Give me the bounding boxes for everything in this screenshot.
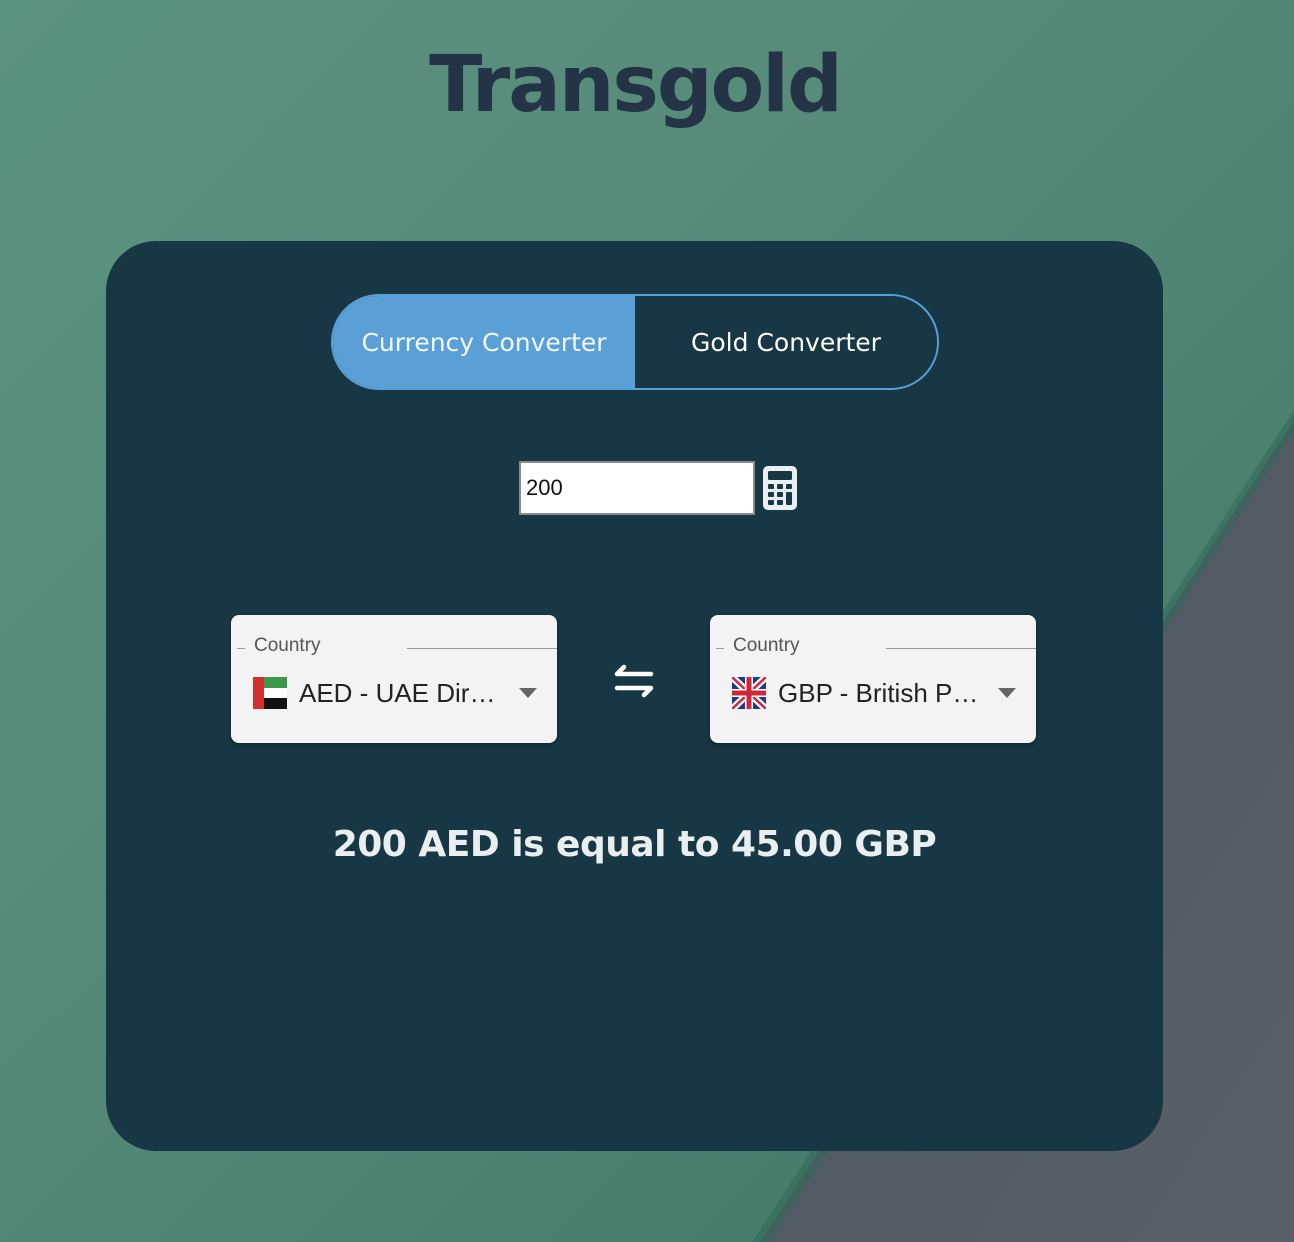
select-outline: [407, 648, 557, 649]
to-currency-select[interactable]: Country GBP - British P…: [710, 615, 1036, 743]
tab-gold-converter[interactable]: Gold Converter: [635, 296, 937, 388]
amount-row: [519, 458, 798, 518]
uae-flag-icon: [253, 677, 287, 709]
swap-arrows-icon[interactable]: [611, 663, 657, 699]
chevron-down-icon: [998, 688, 1016, 698]
uk-flag-icon: [732, 677, 766, 709]
amount-input[interactable]: [519, 461, 755, 515]
converter-tab-switch: Currency Converter Gold Converter: [331, 294, 939, 390]
conversion-result: 200 AED is equal to 45.00 GBP: [332, 824, 937, 865]
from-select-value-row: AED - UAE Dir…: [253, 673, 537, 713]
tab-currency-converter[interactable]: Currency Converter: [333, 296, 635, 388]
select-outline: [886, 648, 1036, 649]
chevron-down-icon: [519, 688, 537, 698]
select-outline: [716, 648, 724, 649]
select-outline: [237, 648, 245, 649]
app-title: Transgold: [429, 40, 843, 130]
to-select-value: GBP - British P…: [778, 677, 979, 708]
to-select-value-row: GBP - British P…: [732, 673, 1016, 713]
calculator-icon[interactable]: [762, 465, 798, 511]
converter-card: Currency Converter Gold Converter 200 Co…: [106, 241, 1163, 1151]
from-select-label: Country: [254, 635, 321, 656]
from-currency-select[interactable]: Country AED - UAE Dir…: [231, 615, 557, 743]
to-select-label: Country: [733, 635, 800, 656]
from-select-value: AED - UAE Dir…: [299, 677, 496, 708]
